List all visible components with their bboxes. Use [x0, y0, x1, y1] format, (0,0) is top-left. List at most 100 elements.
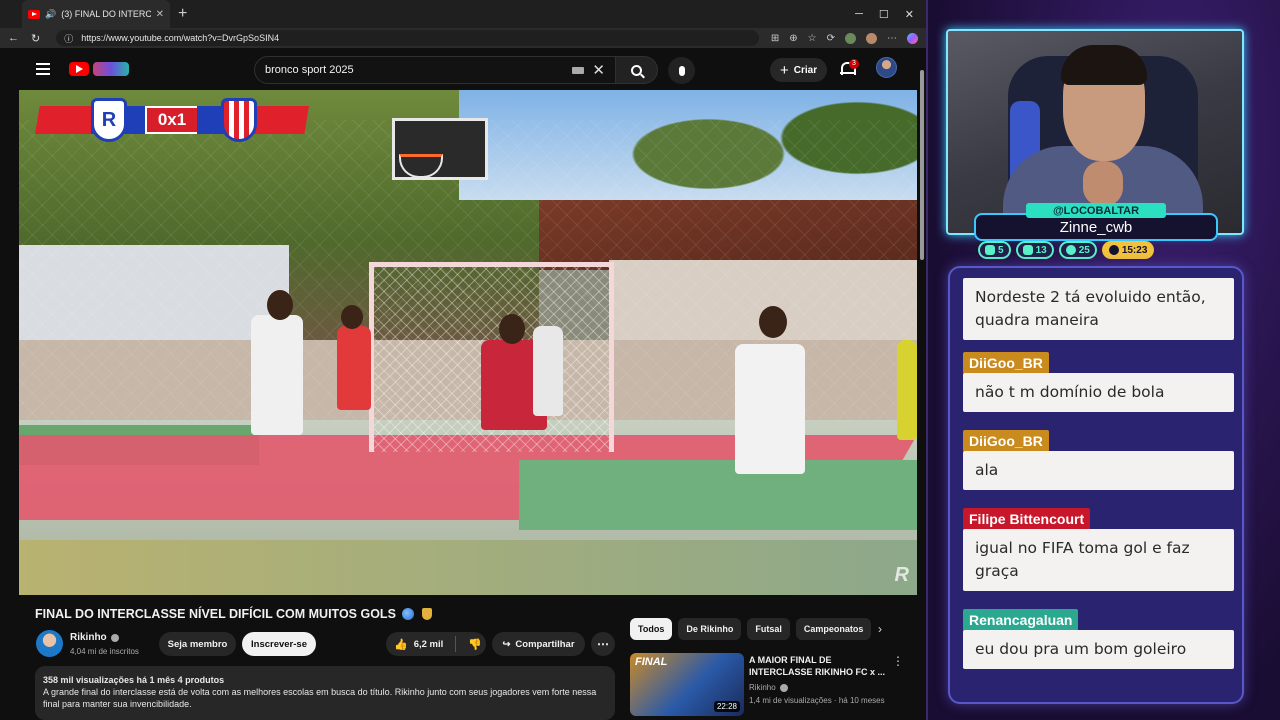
- chip-championships[interactable]: Campeonatos: [795, 618, 872, 640]
- grid-icon[interactable]: ⊞: [771, 33, 779, 44]
- subscribe-button[interactable]: Inscrever-se: [242, 632, 316, 656]
- kick-icon: [1065, 245, 1076, 255]
- video-title-text: FINAL DO INTERCLASSE NÍVEL DIFÍCIL COM M…: [35, 607, 396, 621]
- youtube-stat: 13: [1015, 241, 1054, 259]
- menu-dots-icon[interactable]: ⋯: [887, 33, 897, 44]
- youtube-icon: [1022, 245, 1033, 255]
- browser-tab[interactable]: 🔊 (3) FINAL DO INTERCLASSE ✕: [22, 0, 170, 28]
- video-duration: 22:28: [713, 701, 740, 712]
- channel-name-text: Rikinho: [70, 632, 107, 643]
- minimize-button[interactable]: ─: [855, 8, 863, 20]
- scrollbar-thumb[interactable]: [920, 70, 924, 260]
- profile-icon[interactable]: [866, 32, 877, 44]
- video-player[interactable]: 0x1 R R: [19, 90, 917, 595]
- twitch-count: 5: [998, 244, 1004, 256]
- share-button[interactable]: ↪ Compartilhar: [492, 632, 585, 656]
- video-description[interactable]: 358 mil visualizações há 1 mês 4 produto…: [35, 666, 615, 720]
- youtube-header: bronco sport 2025 ✕ + Criar: [0, 48, 926, 90]
- description-text: A grande final do interclasse está de vo…: [43, 687, 597, 709]
- streamer-handle: @LOCOBALTAR: [1026, 203, 1166, 218]
- chat-username: DiiGoo_BR: [963, 352, 1049, 374]
- share-label: Compartilhar: [515, 638, 575, 650]
- like-icon[interactable]: 👍: [394, 638, 408, 651]
- channel-avatar[interactable]: [36, 630, 63, 657]
- kick-stat: 25: [1058, 241, 1097, 259]
- chip-futsal[interactable]: Futsal: [747, 618, 790, 640]
- like-count[interactable]: 6,2 mil: [414, 639, 444, 650]
- voice-search-button[interactable]: [668, 57, 695, 84]
- verified-icon: [110, 633, 119, 642]
- new-tab-button[interactable]: +: [178, 6, 187, 22]
- account-avatar[interactable]: [876, 57, 897, 78]
- reload-icon[interactable]: ↻: [31, 32, 40, 45]
- chat-message-text: igual no FIFA toma gol e faz graça: [963, 529, 1234, 591]
- more-options-icon[interactable]: ⋮: [892, 654, 904, 668]
- verified-icon: [779, 683, 788, 692]
- tab-title: (3) FINAL DO INTERCLASSE: [61, 9, 151, 19]
- home-team-crest-icon: R: [91, 98, 127, 142]
- scoreboard: 0x1 R: [35, 98, 309, 142]
- youtube-doodle-icon: [93, 62, 129, 76]
- globe-emoji-icon: [402, 608, 415, 620]
- subscriber-count: 4,04 mi de inscritos: [70, 647, 139, 656]
- keyboard-icon[interactable]: [572, 66, 585, 74]
- trophy-emoji-icon: [421, 608, 432, 620]
- tab-bar: 🔊 (3) FINAL DO INTERCLASSE ✕ + ─ ☐ ✕: [0, 0, 926, 28]
- youtube-favicon-icon: [28, 9, 40, 19]
- video-title: FINAL DO INTERCLASSE NÍVEL DIFÍCIL COM M…: [35, 607, 432, 621]
- back-icon[interactable]: ←: [8, 32, 19, 44]
- url-field[interactable]: ⓘ https://www.youtube.com/watch?v=DvrGpS…: [56, 30, 759, 46]
- more-actions-button[interactable]: ⋯: [591, 632, 615, 656]
- page-scrollbar[interactable]: [919, 60, 925, 715]
- timer-value: 15:23: [1121, 244, 1148, 256]
- chip-all[interactable]: Todos: [630, 618, 673, 640]
- match-score: 0x1: [145, 106, 199, 134]
- recommended-video-title[interactable]: A MAIOR FINAL DE INTERCLASSE RIKINHO FC …: [749, 654, 885, 678]
- youtube-logo[interactable]: [69, 62, 129, 76]
- recommended-video-thumbnail[interactable]: FINAL 22:28: [630, 653, 744, 716]
- url-text: https://www.youtube.com/watch?v=DvrGpSoS…: [81, 33, 280, 43]
- extensions-icon[interactable]: ⟳: [827, 33, 835, 44]
- create-button[interactable]: + Criar: [770, 58, 828, 82]
- away-team-crest-icon: [221, 98, 257, 142]
- create-label: Criar: [793, 64, 818, 76]
- join-button[interactable]: Seja membro: [159, 632, 236, 656]
- share-icon: ↪: [502, 638, 511, 650]
- twitch-icon: [985, 245, 995, 255]
- recommended-channel[interactable]: Rikinho: [749, 683, 788, 692]
- close-window-button[interactable]: ✕: [905, 8, 914, 21]
- maximize-button[interactable]: ☐: [879, 8, 889, 21]
- chat-username: DiiGoo_BR: [963, 430, 1049, 452]
- chat-panel: Nordeste 2 tá evoluido então, quadra man…: [948, 266, 1244, 704]
- search-button[interactable]: [616, 56, 658, 84]
- channel-watermark: R: [894, 564, 909, 586]
- clear-search-icon[interactable]: ✕: [592, 61, 605, 79]
- search-input[interactable]: bronco sport 2025 ✕: [254, 56, 616, 84]
- menu-hamburger-icon[interactable]: [36, 63, 50, 75]
- twitch-stat: 5: [978, 241, 1011, 259]
- kick-count: 25: [1078, 244, 1090, 256]
- chip-from-channel[interactable]: De Rikinho: [678, 618, 742, 640]
- stream-stats: 5 13 25 15:23: [978, 241, 1155, 259]
- chat-username: Filipe Bittencourt: [963, 508, 1091, 530]
- search-query: bronco sport 2025: [265, 64, 354, 76]
- chevron-right-icon[interactable]: ›: [878, 622, 882, 636]
- thumbnail-label: FINAL: [635, 656, 668, 668]
- channel-name[interactable]: Rikinho: [70, 632, 119, 643]
- tab-close-icon[interactable]: ✕: [156, 9, 164, 20]
- recommended-video-meta: 1,4 mi de visualizações · há 10 meses: [749, 696, 885, 705]
- youtube-play-icon: [69, 62, 89, 76]
- site-info-icon[interactable]: ⓘ: [64, 32, 73, 45]
- favorite-star-icon[interactable]: ☆: [808, 33, 817, 44]
- extension-icon[interactable]: [845, 32, 856, 44]
- copilot-icon[interactable]: [907, 32, 918, 44]
- search-icon: [631, 64, 642, 76]
- recommendation-chips: Todos De Rikinho Futsal Campeonatos: [630, 618, 872, 640]
- plus-icon: +: [780, 61, 789, 79]
- zoom-icon[interactable]: ⊕: [789, 33, 797, 44]
- address-bar-row: ← ↻ ⓘ https://www.youtube.com/watch?v=Dv…: [0, 28, 926, 48]
- chat-username: Renancagaluan: [963, 609, 1079, 631]
- search-box: bronco sport 2025 ✕: [254, 56, 658, 84]
- dislike-icon[interactable]: 👎: [468, 638, 482, 651]
- clock-icon: [1108, 245, 1119, 255]
